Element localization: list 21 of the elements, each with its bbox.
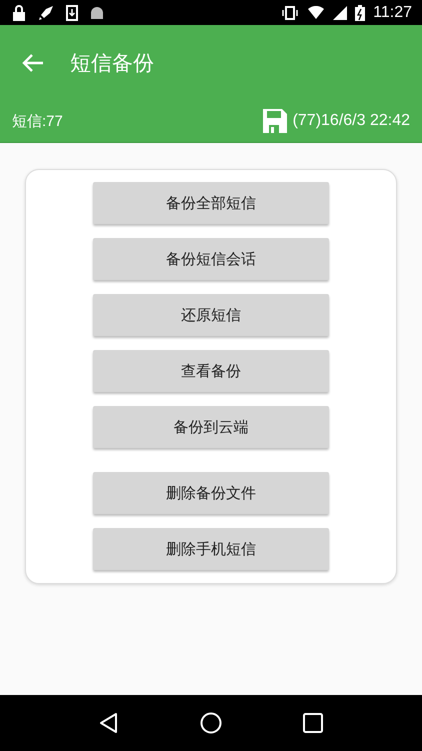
message-count: 短信:77: [12, 112, 63, 130]
vibrate-icon: [281, 6, 300, 20]
action-button[interactable]: 查看备份: [93, 350, 329, 392]
last-backup-time: (77)16/6/3 22:42: [292, 112, 410, 130]
action-button[interactable]: 备份短信会话: [93, 238, 329, 280]
wifi-icon: [307, 6, 326, 20]
action-button[interactable]: 备份到云端: [93, 406, 329, 448]
recents-icon[interactable]: [303, 713, 324, 733]
home-icon[interactable]: [200, 712, 222, 734]
back-icon[interactable]: [98, 712, 119, 734]
action-button[interactable]: 删除手机短信: [93, 528, 329, 570]
lock-icon: [12, 4, 26, 20]
screen-title: 短信备份: [70, 50, 154, 76]
battery-icon: [355, 4, 366, 20]
action-button[interactable]: 删除备份文件: [93, 472, 329, 514]
action-button[interactable]: 备份全部短信: [93, 182, 329, 224]
action-button[interactable]: 还原短信: [93, 294, 329, 336]
clock-time: 11:27: [373, 4, 412, 22]
download-icon: [66, 4, 78, 20]
back-arrow-icon[interactable]: [22, 52, 44, 72]
signal-icon: [333, 6, 348, 20]
